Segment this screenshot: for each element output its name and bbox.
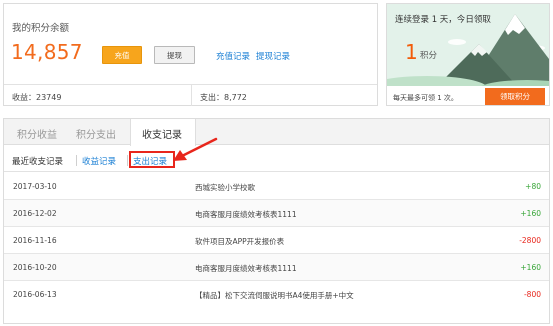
record-date: 2016-10-20 [13, 263, 57, 272]
record-date: 2016-06-13 [13, 290, 57, 299]
income-total: 收益：23749 [12, 93, 62, 102]
record-amount: +80 [525, 182, 541, 191]
subnav-recent-records[interactable]: 最近收支记录 [12, 155, 63, 167]
record-amount: +160 [520, 263, 541, 272]
recharge-button[interactable]: 充值 [102, 46, 142, 64]
record-description[interactable]: 软件项目及APP开发报价表 [195, 236, 284, 247]
record-description[interactable]: 【精品】松下交流伺服说明书A4使用手册+中文 [195, 290, 354, 301]
withdraw-records-link[interactable]: 提现记录 [256, 50, 290, 62]
record-description[interactable]: 电商客服月度绩效考核表1111 [195, 209, 297, 220]
tab-bar: 积分收益 积分支出 收支记录 [4, 119, 549, 146]
expense-total: 支出：8,772 [200, 93, 247, 102]
separator [127, 155, 128, 166]
separator [76, 155, 77, 166]
records-panel: 积分收益 积分支出 收支记录 最近收支记录 收益记录 支出记录 2017-03-… [3, 118, 550, 324]
record-amount: -800 [523, 290, 541, 299]
records-subnav: 最近收支记录 收益记录 支出记录 [4, 146, 549, 172]
bonus-headline: 连续登录 1 天，今日领取 [395, 15, 491, 25]
withdraw-button[interactable]: 提现 [154, 46, 195, 64]
record-date: 2016-12-02 [13, 209, 57, 218]
annotation-highlight-box [129, 151, 175, 168]
bonus-points-number: 1 [405, 40, 418, 64]
divider [191, 84, 192, 106]
record-date: 2017-03-10 [13, 182, 57, 191]
recharge-records-link[interactable]: 充值记录 [216, 50, 250, 62]
claim-points-button[interactable]: 领取积分 [485, 88, 545, 105]
record-amount: -2800 [519, 236, 541, 245]
balance-card: 我的积分余额 14,857 充值 提现 充值记录 提现记录 收益：23749 支… [3, 3, 378, 106]
bonus-points-unit: 积分 [420, 51, 438, 61]
record-amount: +160 [520, 209, 541, 218]
balance-title: 我的积分余额 [12, 23, 70, 34]
annotation-arrow-icon [173, 137, 218, 161]
login-bonus-card: 连续登录 1 天，今日领取 1 积分 每天最多可领 1 次。 领取积分 [386, 3, 550, 106]
tab-points-expense[interactable]: 积分支出 [76, 126, 116, 141]
table-row: 2016-10-20 电商客服月度绩效考核表1111 +160 [4, 254, 549, 281]
tab-points-income[interactable]: 积分收益 [17, 126, 57, 141]
record-description[interactable]: 电商客服月度绩效考核表1111 [195, 263, 297, 274]
subnav-income-records[interactable]: 收益记录 [82, 155, 116, 167]
bonus-daily-note: 每天最多可领 1 次。 [393, 94, 458, 102]
table-row: 2016-06-13 【精品】松下交流伺服说明书A4使用手册+中文 -800 [4, 281, 549, 308]
record-description[interactable]: 西城实验小学校歌 [195, 182, 255, 193]
record-date: 2016-11-16 [13, 236, 57, 245]
balance-amount: 14,857 [11, 40, 83, 64]
table-row: 2016-12-02 电商客服月度绩效考核表1111 +160 [4, 200, 549, 227]
table-row: 2016-11-16 软件项目及APP开发报价表 -2800 [4, 227, 549, 254]
table-row: 2017-03-10 西城实验小学校歌 +80 [4, 173, 549, 200]
